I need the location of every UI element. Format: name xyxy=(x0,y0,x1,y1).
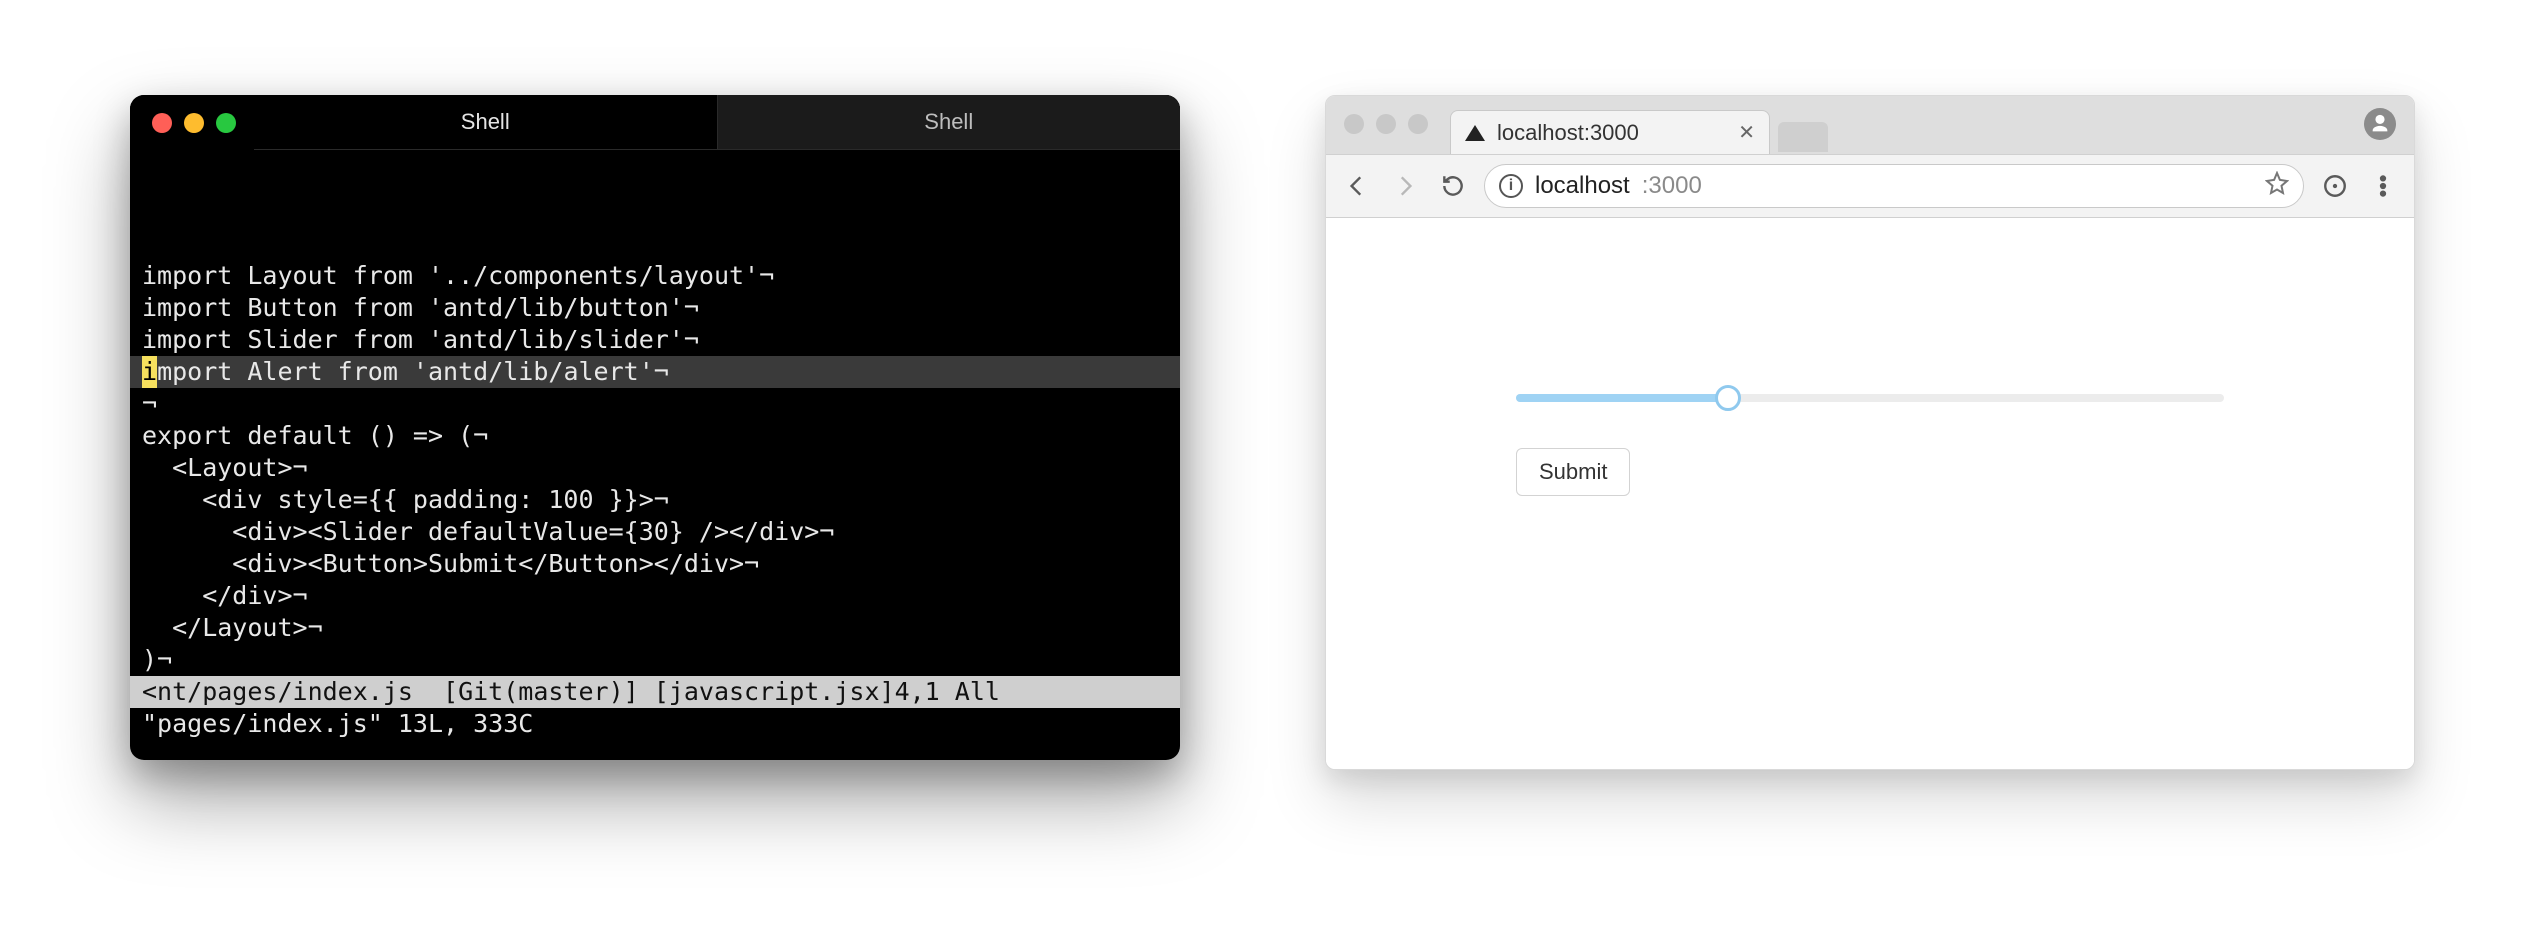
terminal-window: Shell Shell import Layout from '../compo… xyxy=(130,95,1180,760)
code-line: )¬ xyxy=(130,644,1180,676)
code-line: </div>¬ xyxy=(130,580,1180,612)
code-line: import Layout from '../components/layout… xyxy=(130,260,1180,292)
browser-tab-ghost[interactable] xyxy=(1778,122,1828,152)
browser-tab[interactable]: localhost:3000 ✕ xyxy=(1450,110,1770,154)
minimize-icon[interactable] xyxy=(184,113,204,133)
browser-tab-title: localhost:3000 xyxy=(1497,120,1639,146)
address-host: localhost xyxy=(1535,172,1630,200)
terminal-tab-0[interactable]: Shell xyxy=(254,95,718,150)
menu-icon[interactable] xyxy=(2366,169,2400,203)
traffic-lights xyxy=(130,95,254,150)
profile-icon[interactable] xyxy=(2364,108,2396,140)
site-info-icon[interactable]: i xyxy=(1499,174,1523,198)
slider[interactable] xyxy=(1516,388,2224,408)
code-line: import Alert from 'antd/lib/alert'¬ xyxy=(130,356,1180,388)
slider-track xyxy=(1516,394,1728,402)
terminal-titlebar: Shell Shell xyxy=(130,95,1180,150)
vim-message-line: "pages/index.js" 13L, 333C xyxy=(130,708,1180,740)
favicon-triangle-icon xyxy=(1465,125,1485,141)
zoom-icon[interactable] xyxy=(216,113,236,133)
address-bar[interactable]: i localhost :3000 xyxy=(1484,164,2304,208)
browser-toolbar: i localhost :3000 xyxy=(1326,154,2414,218)
browser-window: localhost:3000 ✕ i localhost:3000 xyxy=(1325,95,2415,770)
submit-button[interactable]: Submit xyxy=(1516,448,1630,496)
close-icon[interactable] xyxy=(152,113,172,133)
code-line: <div><Button>Submit</Button></div>¬ xyxy=(130,548,1180,580)
terminal-tab-1[interactable]: Shell xyxy=(718,95,1181,150)
close-icon[interactable] xyxy=(1344,114,1364,134)
vim-status-line: <nt/pages/index.js [Git(master)] [javasc… xyxy=(130,676,1180,708)
cursor: i xyxy=(142,356,157,388)
code-line: <div><Slider defaultValue={30} /></div>¬ xyxy=(130,516,1180,548)
zoom-icon[interactable] xyxy=(1408,114,1428,134)
terminal-tab-label: Shell xyxy=(924,109,973,135)
extensions-icon[interactable] xyxy=(2318,169,2352,203)
bookmark-icon[interactable] xyxy=(2265,171,2289,202)
terminal-body[interactable]: import Layout from '../components/layout… xyxy=(130,150,1180,740)
code-line: import Slider from 'antd/lib/slider'¬ xyxy=(130,324,1180,356)
code-line: <Layout>¬ xyxy=(130,452,1180,484)
forward-button[interactable] xyxy=(1388,169,1422,203)
code-line: ¬ xyxy=(130,388,1180,420)
terminal-tab-label: Shell xyxy=(461,109,510,135)
code-line: <div style={{ padding: 100 }}>¬ xyxy=(130,484,1180,516)
back-button[interactable] xyxy=(1340,169,1374,203)
code-line: import Button from 'antd/lib/button'¬ xyxy=(130,292,1180,324)
page-content: Submit xyxy=(1326,218,2414,769)
code-line: </Layout>¬ xyxy=(130,612,1180,644)
traffic-lights xyxy=(1344,114,1428,134)
minimize-icon[interactable] xyxy=(1376,114,1396,134)
tab-close-icon[interactable]: ✕ xyxy=(1738,120,1755,145)
submit-button-label: Submit xyxy=(1539,459,1607,484)
browser-tabstrip: localhost:3000 ✕ xyxy=(1326,96,2414,154)
reload-button[interactable] xyxy=(1436,169,1470,203)
code-line: export default () => (¬ xyxy=(130,420,1180,452)
terminal-tabs: Shell Shell xyxy=(254,95,1180,150)
slider-handle[interactable] xyxy=(1715,385,1741,411)
address-path: :3000 xyxy=(1642,172,1702,200)
